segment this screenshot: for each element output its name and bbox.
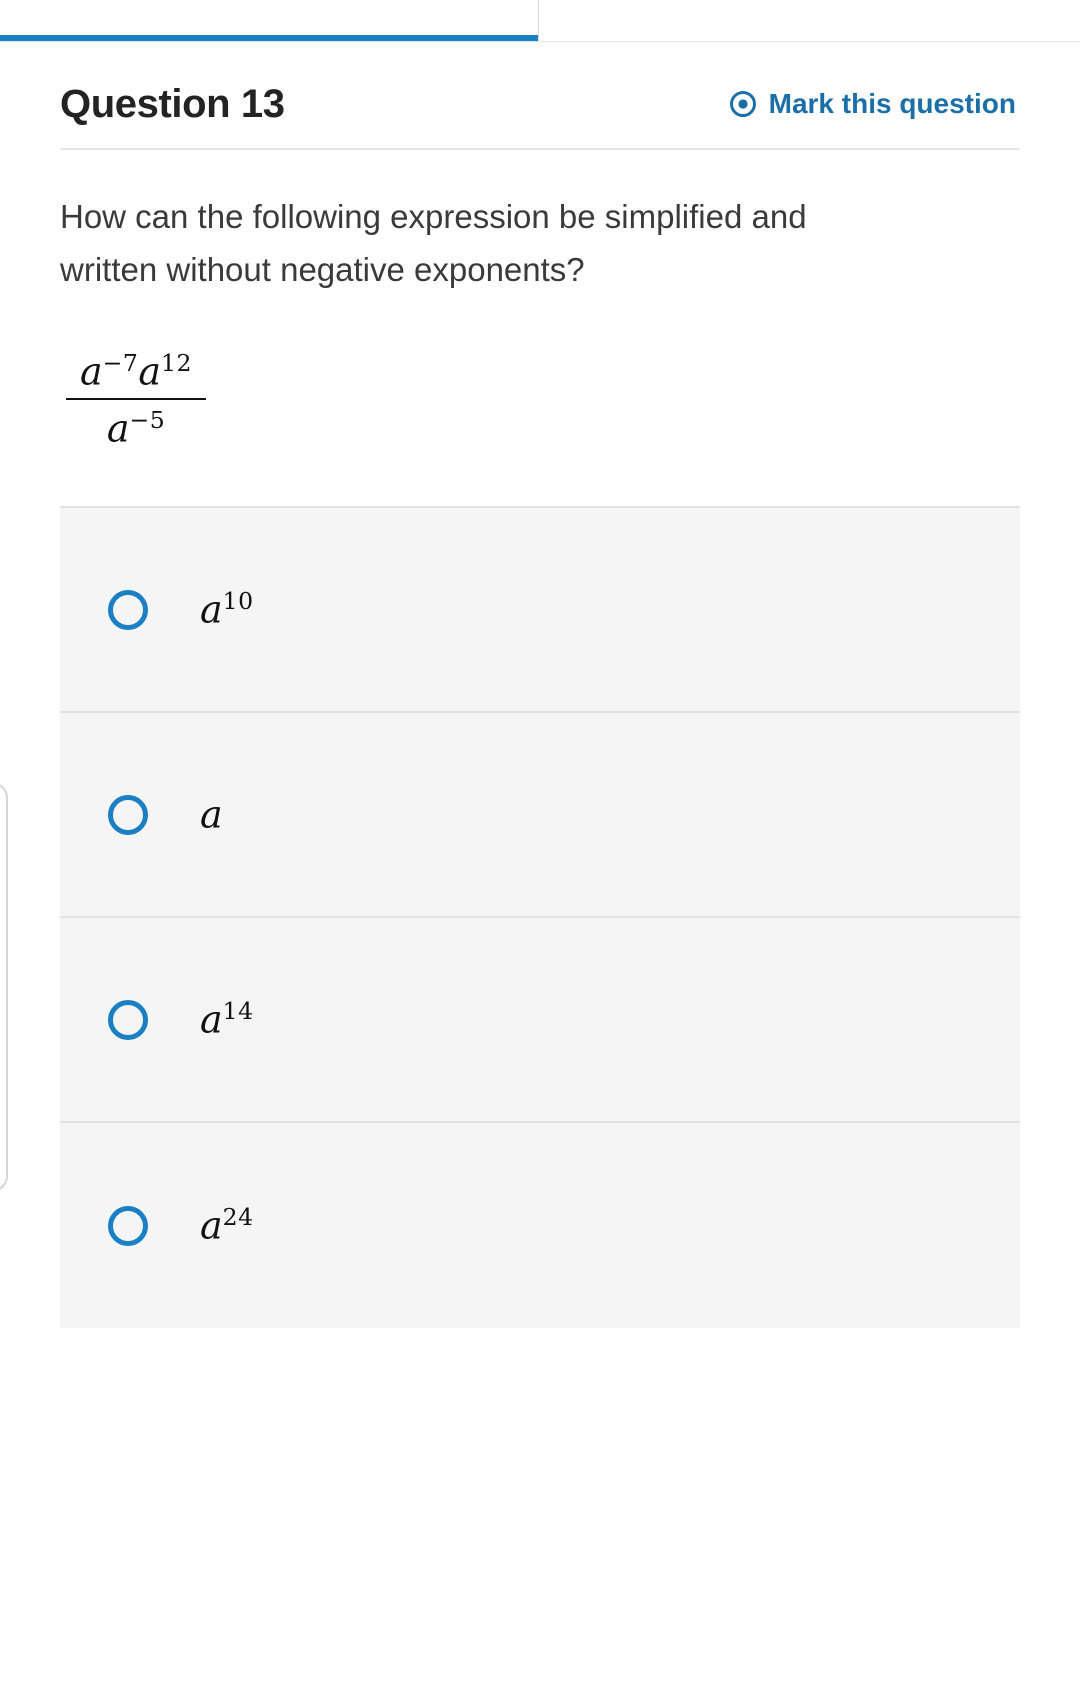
answer-options-list: a10 a a14 a24 xyxy=(60,506,1020,1329)
answer-option-4[interactable]: a24 xyxy=(60,1123,1020,1329)
numerator-exponent-2: 12 xyxy=(161,348,192,377)
tab-active[interactable] xyxy=(0,0,538,42)
question-header: Question 13 Mark this question xyxy=(60,42,1020,150)
fraction: a−7a12 a−5 xyxy=(66,349,206,450)
tab-inactive[interactable] xyxy=(538,0,1080,42)
radio-unchecked-icon[interactable] xyxy=(108,1205,148,1246)
fraction-denominator: a−5 xyxy=(93,400,179,451)
radio-unchecked-icon[interactable] xyxy=(108,999,148,1040)
answer-option-1-label: a10 xyxy=(200,590,254,629)
answer-option-2[interactable]: a xyxy=(60,713,1020,919)
option-1-exponent: 10 xyxy=(222,587,254,616)
page-title: Question 13 xyxy=(60,82,285,126)
question-prompt-text: How can the following expression be simp… xyxy=(60,198,807,289)
option-3-exponent: 14 xyxy=(222,997,254,1026)
radio-target-icon xyxy=(729,90,757,118)
denominator-exponent: −5 xyxy=(129,405,166,434)
option-4-exponent: 24 xyxy=(222,1203,254,1232)
question-container: Question 13 Mark this question How can t… xyxy=(0,42,1080,460)
answer-option-3[interactable]: a14 xyxy=(60,918,1020,1124)
mark-this-question-label: Mark this question xyxy=(768,88,1016,119)
left-side-panel-edge xyxy=(0,782,8,1192)
tab-strip xyxy=(0,0,1080,42)
answer-option-2-label: a xyxy=(200,795,223,834)
numerator-base-1: a xyxy=(80,349,103,394)
option-3-base: a xyxy=(200,998,223,1043)
radio-unchecked-icon[interactable] xyxy=(108,794,148,835)
question-expression: a−7a12 a−5 xyxy=(60,297,1020,460)
mark-this-question-button[interactable]: Mark this question xyxy=(729,88,1020,120)
answer-option-4-label: a24 xyxy=(200,1206,254,1245)
option-2-base: a xyxy=(200,793,223,838)
numerator-base-2: a xyxy=(138,349,162,394)
radio-unchecked-icon[interactable] xyxy=(108,589,148,630)
option-1-base: a xyxy=(200,588,223,633)
numerator-exponent-1: −7 xyxy=(102,348,139,377)
denominator-base: a xyxy=(106,406,130,451)
answer-option-1[interactable]: a10 xyxy=(60,508,1020,714)
answer-option-3-label: a14 xyxy=(200,1000,254,1039)
option-4-base: a xyxy=(200,1204,223,1249)
fraction-numerator: a−7a12 xyxy=(66,349,206,398)
